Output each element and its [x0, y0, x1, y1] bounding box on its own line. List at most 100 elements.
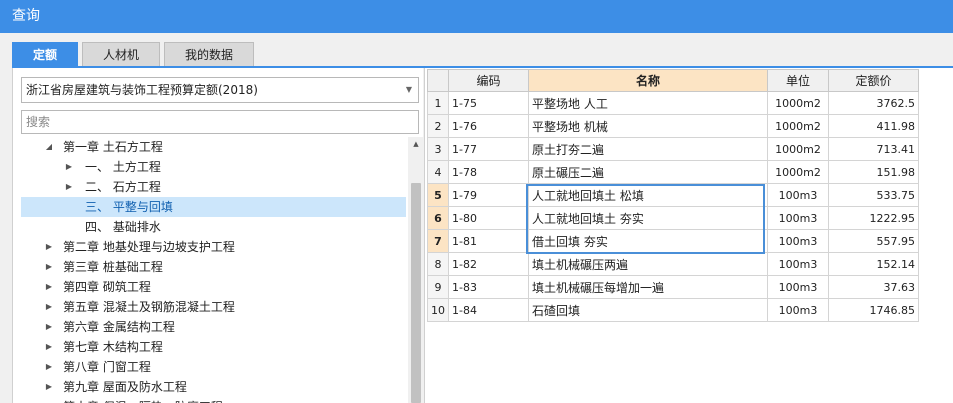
cell-code[interactable]: 1-79	[448, 183, 529, 207]
cell-code[interactable]: 1-75	[448, 91, 529, 115]
row-index[interactable]: 4	[427, 160, 449, 184]
column-header-code[interactable]: 编码	[448, 69, 529, 92]
column-header-unit[interactable]: 单位	[767, 69, 829, 92]
cell-price[interactable]: 1222.95	[828, 206, 919, 230]
cell-code[interactable]: 1-77	[448, 137, 529, 161]
table-row[interactable]: 4 1-78 原土碾压二遍 1000m2 151.98	[427, 160, 919, 184]
tree-item-label: 第一章 土石方工程	[63, 140, 163, 154]
row-index[interactable]: 2	[427, 114, 449, 138]
table-row[interactable]: 6 1-80 人工就地回填土 夯实 100m3 1222.95	[427, 206, 919, 230]
cell-unit[interactable]: 1000m2	[767, 160, 829, 184]
tree-item[interactable]: ◢ 第一章 土石方工程	[21, 137, 406, 157]
table-row[interactable]: 8 1-82 填土机械碾压两遍 100m3 152.14	[427, 252, 919, 276]
tree-item[interactable]: 四、 基础排水	[21, 217, 406, 237]
cell-price[interactable]: 411.98	[828, 114, 919, 138]
triangle-right-icon[interactable]: ▶	[43, 277, 55, 297]
cell-name[interactable]: 平整场地 机械	[528, 114, 768, 138]
library-select[interactable]: 浙江省房屋建筑与装饰工程预算定额(2018) ▼	[21, 77, 419, 103]
cell-unit[interactable]: 1000m2	[767, 91, 829, 115]
search-input[interactable]	[21, 110, 419, 134]
tree-item[interactable]: ▶ 第七章 木结构工程	[21, 337, 406, 357]
cell-price[interactable]: 152.14	[828, 252, 919, 276]
triangle-right-icon[interactable]: ▶	[43, 317, 55, 337]
triangle-right-icon[interactable]: ▶	[43, 297, 55, 317]
cell-price[interactable]: 713.41	[828, 137, 919, 161]
cell-name[interactable]: 填土机械碾压两遍	[528, 252, 768, 276]
tree-item[interactable]: ▶ 第三章 桩基础工程	[21, 257, 406, 277]
cell-code[interactable]: 1-76	[448, 114, 529, 138]
cell-name[interactable]: 原土打夯二遍	[528, 137, 768, 161]
tree-item[interactable]: ▶ 第二章 地基处理与边坡支护工程	[21, 237, 406, 257]
cell-name[interactable]: 石碴回填	[528, 298, 768, 322]
cell-code[interactable]: 1-81	[448, 229, 529, 253]
tab-materials[interactable]: 人材机	[82, 42, 161, 66]
cell-price[interactable]: 37.63	[828, 275, 919, 299]
cell-name[interactable]: 原土碾压二遍	[528, 160, 768, 184]
cell-unit[interactable]: 100m3	[767, 183, 829, 207]
scroll-up-icon[interactable]: ▲	[408, 137, 424, 151]
tree-item[interactable]: ▶ 第四章 砌筑工程	[21, 277, 406, 297]
tree-scrollbar[interactable]: ▲	[408, 137, 424, 403]
tree-item[interactable]: ▶ 第八章 门窗工程	[21, 357, 406, 377]
cell-name[interactable]: 借土回填 夯实	[528, 229, 768, 253]
tab-my-data[interactable]: 我的数据	[164, 42, 255, 66]
triangle-right-icon[interactable]: ▶	[43, 377, 55, 397]
cell-unit[interactable]: 100m3	[767, 206, 829, 230]
triangle-right-icon[interactable]: ▶	[43, 397, 55, 403]
cell-code[interactable]: 1-80	[448, 206, 529, 230]
triangle-right-icon[interactable]: ▶	[63, 157, 75, 177]
row-index[interactable]: 8	[427, 252, 449, 276]
cell-name[interactable]: 人工就地回填土 松填	[528, 183, 768, 207]
tree-item[interactable]: ▶ 一、 土方工程	[21, 157, 406, 177]
cell-name[interactable]: 填土机械碾压每增加一遍	[528, 275, 768, 299]
column-header-name[interactable]: 名称	[528, 69, 768, 92]
triangle-right-icon[interactable]: ▶	[43, 237, 55, 257]
cell-code[interactable]: 1-83	[448, 275, 529, 299]
cell-code[interactable]: 1-78	[448, 160, 529, 184]
tree-item[interactable]: ▶ 二、 石方工程	[21, 177, 406, 197]
tree-item[interactable]: ▶ 第五章 混凝土及钢筋混凝土工程	[21, 297, 406, 317]
row-index[interactable]: 10	[427, 298, 449, 322]
row-index[interactable]: 3	[427, 137, 449, 161]
tree-item[interactable]: ▶ 第九章 屋面及防水工程	[21, 377, 406, 397]
scrollbar-thumb[interactable]	[411, 183, 421, 403]
triangle-right-icon[interactable]: ▶	[43, 257, 55, 277]
column-header-price[interactable]: 定额价	[828, 69, 919, 92]
row-index[interactable]: 9	[427, 275, 449, 299]
table-row[interactable]: 7 1-81 借土回填 夯实 100m3 557.95	[427, 229, 919, 253]
cell-name[interactable]: 平整场地 人工	[528, 91, 768, 115]
library-select-value: 浙江省房屋建筑与装饰工程预算定额(2018)	[26, 83, 258, 97]
tab-quota[interactable]: 定额	[12, 42, 79, 66]
row-index[interactable]: 7	[427, 229, 449, 253]
triangle-right-icon[interactable]: ▶	[43, 337, 55, 357]
cell-price[interactable]: 1746.85	[828, 298, 919, 322]
row-index[interactable]: 6	[427, 206, 449, 230]
cell-price[interactable]: 557.95	[828, 229, 919, 253]
row-index[interactable]: 5	[427, 183, 449, 207]
cell-unit[interactable]: 100m3	[767, 275, 829, 299]
table-row[interactable]: 9 1-83 填土机械碾压每增加一遍 100m3 37.63	[427, 275, 919, 299]
tree-item[interactable]: 三、 平整与回填	[21, 197, 406, 217]
row-index[interactable]: 1	[427, 91, 449, 115]
cell-price[interactable]: 151.98	[828, 160, 919, 184]
triangle-right-icon[interactable]: ▶	[63, 177, 75, 197]
cell-unit[interactable]: 100m3	[767, 298, 829, 322]
table-row[interactable]: 1 1-75 平整场地 人工 1000m2 3762.5	[427, 91, 919, 115]
cell-price[interactable]: 3762.5	[828, 91, 919, 115]
cell-code[interactable]: 1-84	[448, 298, 529, 322]
cell-unit[interactable]: 100m3	[767, 252, 829, 276]
cell-unit[interactable]: 1000m2	[767, 137, 829, 161]
table-row[interactable]: 3 1-77 原土打夯二遍 1000m2 713.41	[427, 137, 919, 161]
cell-unit[interactable]: 1000m2	[767, 114, 829, 138]
cell-unit[interactable]: 100m3	[767, 229, 829, 253]
cell-code[interactable]: 1-82	[448, 252, 529, 276]
table-row[interactable]: 10 1-84 石碴回填 100m3 1746.85	[427, 298, 919, 322]
triangle-down-icon[interactable]: ◢	[43, 137, 55, 157]
cell-price[interactable]: 533.75	[828, 183, 919, 207]
table-row[interactable]: 2 1-76 平整场地 机械 1000m2 411.98	[427, 114, 919, 138]
tree-item[interactable]: ▶ 第十章 保温、隔热、防腐工程	[21, 397, 406, 403]
cell-name[interactable]: 人工就地回填土 夯实	[528, 206, 768, 230]
tree-item[interactable]: ▶ 第六章 金属结构工程	[21, 317, 406, 337]
table-row[interactable]: 5 1-79 人工就地回填土 松填 100m3 533.75	[427, 183, 919, 207]
triangle-right-icon[interactable]: ▶	[43, 357, 55, 377]
